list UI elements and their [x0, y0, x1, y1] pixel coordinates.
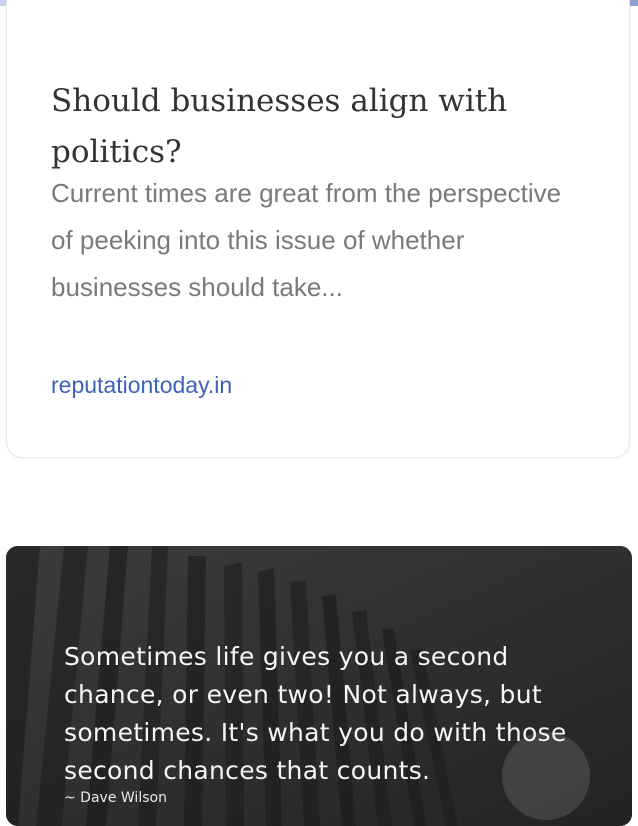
quote-text: Sometimes life gives you a second chance…	[64, 642, 567, 785]
quote-image-card[interactable]: Sometimes life gives you a second chance…	[6, 546, 632, 826]
article-snippet: Current times are great from the perspec…	[51, 178, 562, 302]
article-source-link[interactable]: reputationtoday.in	[51, 372, 232, 399]
quote-author: ~ Dave Wilson	[64, 790, 167, 806]
article-title[interactable]: Should businesses align with politics?	[51, 76, 571, 178]
